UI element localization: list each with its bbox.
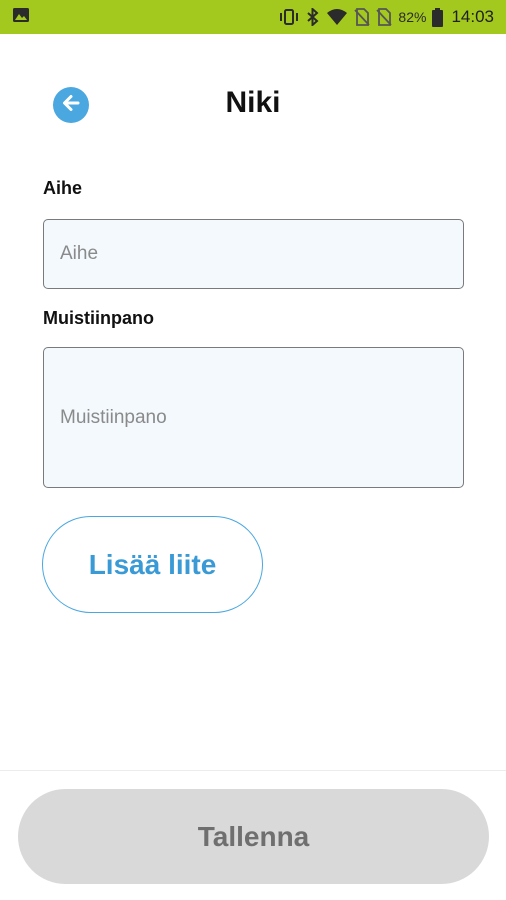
save-button-label: Tallenna	[197, 820, 310, 852]
wifi-icon	[326, 8, 348, 26]
battery-percent: 82%	[398, 9, 427, 25]
image-icon	[12, 6, 30, 29]
no-sim-icon	[354, 8, 371, 26]
divider	[0, 770, 506, 771]
subject-label: Aihe	[43, 178, 83, 198]
no-sim-icon	[376, 8, 393, 26]
page-title: Niki	[225, 86, 281, 119]
vibrate-icon	[278, 8, 300, 26]
subject-input[interactable]	[43, 219, 464, 289]
status-bar: 82% 14:03	[0, 0, 506, 34]
note-label: Muistiinpano	[43, 308, 154, 328]
bluetooth-icon	[306, 8, 320, 26]
add-attachment-label: Lisää liite	[88, 548, 217, 580]
status-time: 14:03	[451, 7, 494, 26]
add-attachment-button[interactable]: Lisää liite	[42, 516, 263, 613]
save-button[interactable]: Tallenna	[18, 789, 489, 884]
note-textarea[interactable]	[43, 347, 464, 488]
battery-icon	[432, 7, 444, 27]
